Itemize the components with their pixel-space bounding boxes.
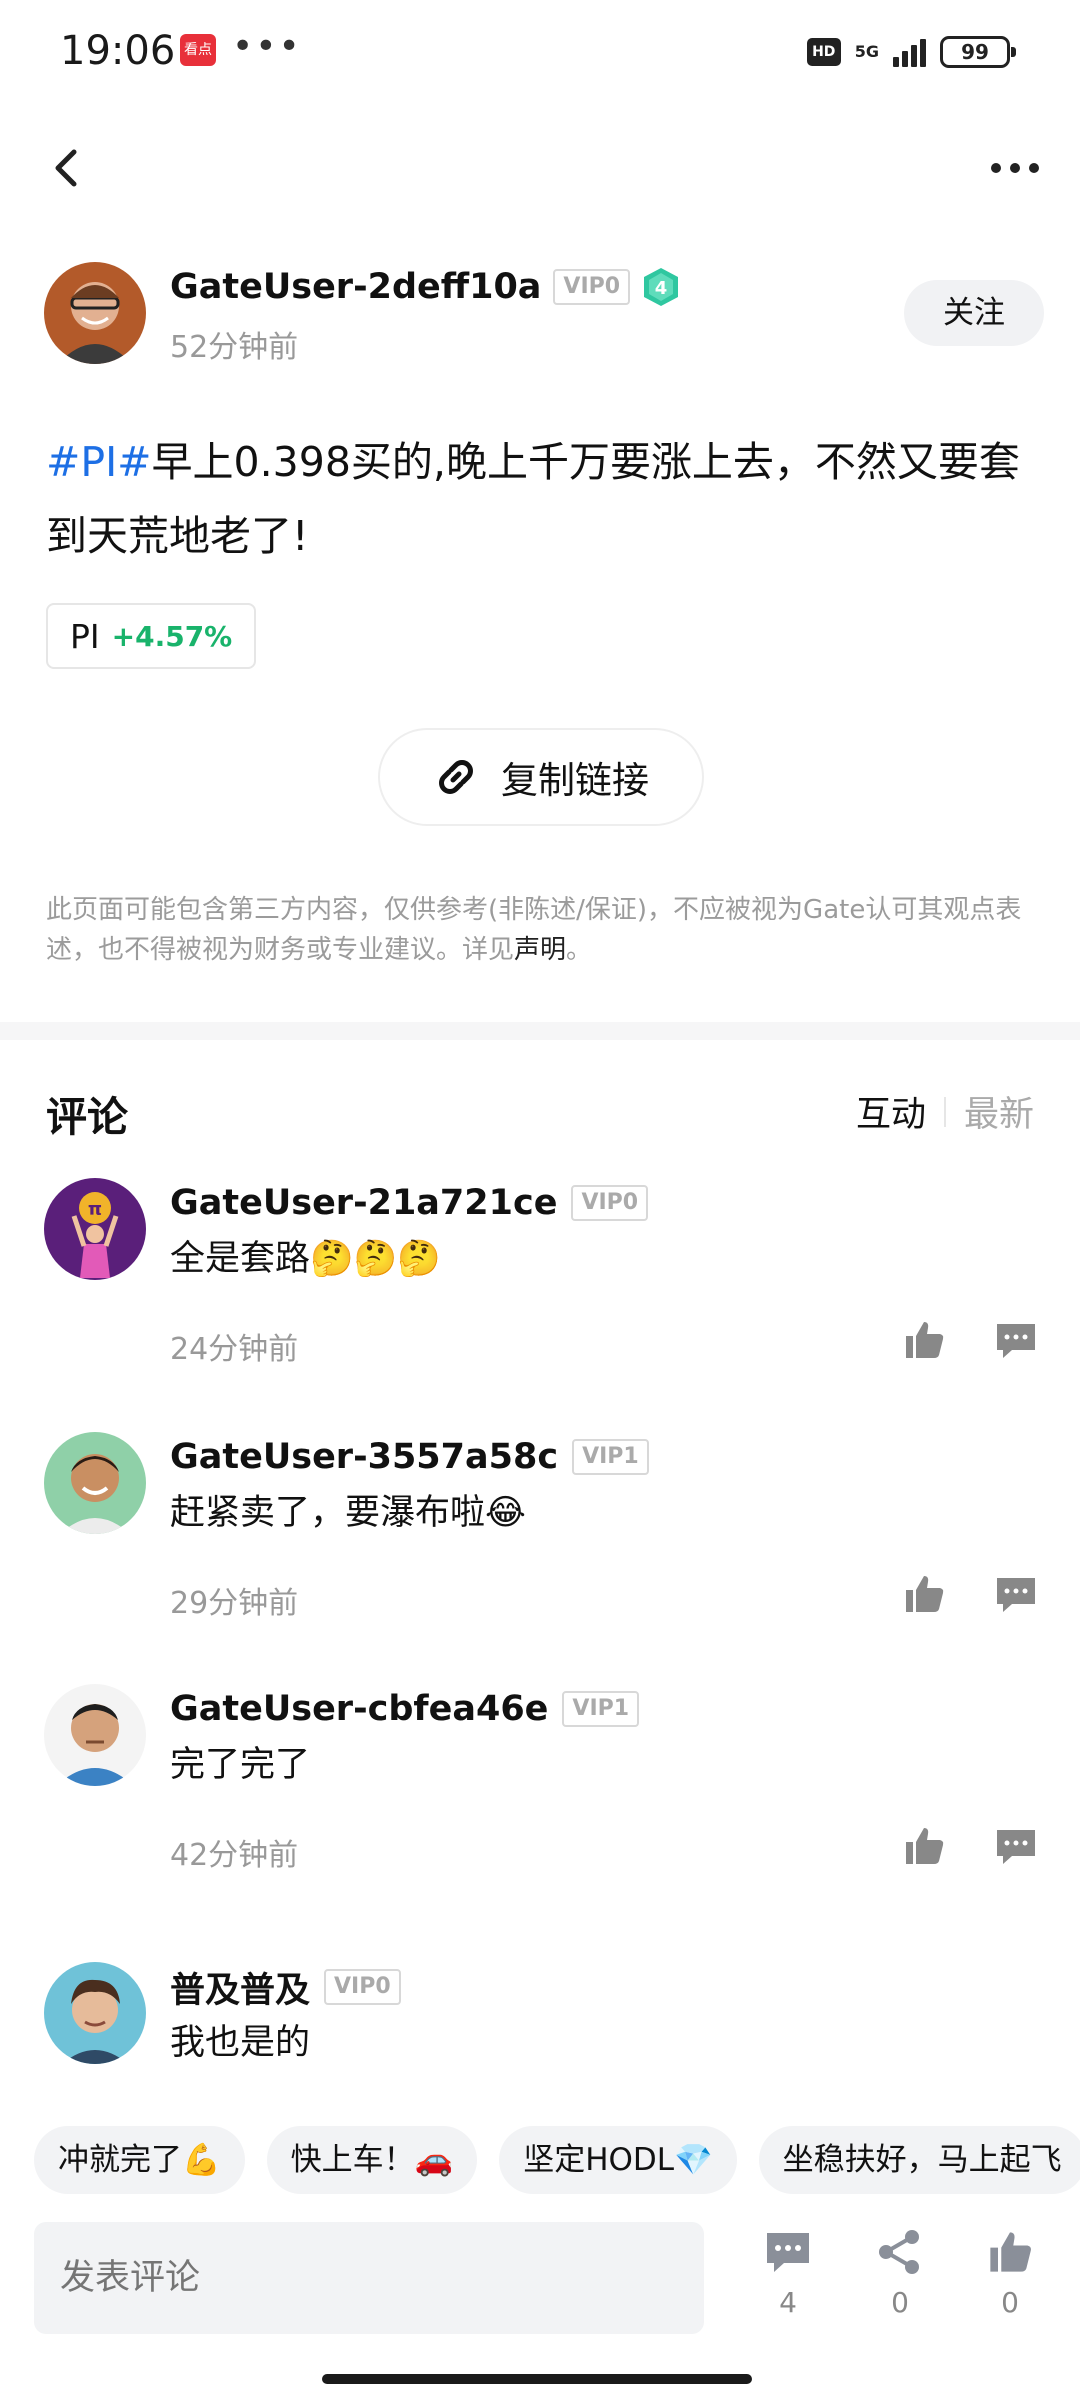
thumbs-up-icon[interactable] [902,1318,946,1362]
comment-text: 赶紧卖了，要瀑布啦😂 [170,1493,526,1533]
comment-item: GateUser-cbfea46e VIP1 完了完了 42分钟前 [44,1684,1044,1904]
comment-time: 24分钟前 [170,1332,299,1367]
commenter-avatar[interactable] [44,1684,146,1786]
reply-icon[interactable] [994,1318,1038,1362]
svg-text:π: π [88,1199,102,1220]
coin-name: PI [70,616,100,656]
post-content: #PI#早上0.398买的,晚上千万要涨上去，不然又要套到天荒地老了! [46,425,1036,573]
comment-sort-tabs: 互动 最新 [856,1086,1034,1137]
comment-count: 4 [779,2286,797,2319]
post-time: 52分钟前 [170,330,299,365]
comment-time: 42分钟前 [170,1838,299,1873]
copy-link-button[interactable]: 复制链接 [378,728,704,826]
chevron-left-icon [55,149,77,187]
vip-badge: VIP1 [572,1439,649,1475]
level-number: 4 [655,278,668,299]
disclaimer-text: 此页面可能包含第三方内容，仅供参考(非陈述/保证)，不应被视为Gate认可其观点… [46,890,1036,970]
comment-text: 完了完了 [170,1745,311,1785]
commenter-avatar[interactable]: π [44,1178,146,1280]
commenter-name[interactable]: GateUser-cbfea46e [170,1689,548,1729]
share-count: 0 [891,2286,909,2319]
thumbs-up-icon[interactable] [902,1572,946,1616]
quick-reply-chip[interactable]: 冲就完了💪 [34,2126,245,2194]
quick-reply-chip[interactable]: 坐稳扶好，马上起飞 [758,2126,1080,2194]
vip-badge: VIP0 [553,269,631,305]
post-author: GateUser-2deff10a VIP0 4 52分钟前 关注 [44,262,1044,372]
top-nav [0,130,1080,210]
sort-tab-interactive[interactable]: 互动 [856,1086,926,1137]
network-type: 5G [854,42,879,61]
more-notifications-icon: ••• [232,26,302,67]
comments-action[interactable]: 4 [748,2228,828,2338]
like-count: 0 [1001,2286,1019,2319]
news-app-icon: 看点 [180,34,216,66]
comments-title: 评论 [46,1093,128,1141]
commenter-avatar[interactable] [44,1432,146,1534]
back-button[interactable] [40,138,100,198]
commenter-name[interactable]: 普及普及 [170,1962,310,2013]
comment-time: 29分钟前 [170,1586,299,1621]
hd-icon: HD [806,38,841,66]
quick-reply-chip[interactable]: 快上车！🚗 [266,2126,478,2194]
commenter-name[interactable]: GateUser-3557a58c [170,1437,558,1477]
comment-item: π GateUser-21a721ce VIP0 全是套路🤔🤔🤔 24分钟前 [44,1178,1044,1398]
quick-reply-bar: 冲就完了💪 快上车！🚗 坚定HODL💎 坐稳扶好，马上起飞 [34,2126,1080,2194]
level-badge-icon: 4 [644,268,679,306]
battery-icon: 99 [940,36,1016,68]
comment-item: GateUser-3557a58c VIP1 赶紧卖了，要瀑布啦😂 29分钟前 [44,1432,1044,1652]
vip-badge: VIP1 [562,1691,640,1727]
status-bar: 19:06 看点 ••• HD 5G 99 [0,0,1080,100]
follow-button[interactable]: 关注 [904,280,1044,346]
vip-badge: VIP0 [571,1185,649,1221]
commenter-name[interactable]: GateUser-21a721ce [170,1183,557,1223]
sort-divider [943,1096,946,1127]
status-time: 19:06 [60,28,176,74]
reply-icon[interactable] [994,1824,1038,1868]
post-hashtag[interactable]: #PI# [46,438,152,486]
home-indicator[interactable] [322,2374,752,2384]
more-options-button[interactable] [980,148,1050,188]
sort-tab-latest[interactable]: 最新 [964,1086,1034,1137]
author-avatar[interactable] [44,262,146,364]
post-text: 早上0.398买的,晚上千万要涨上去，不然又要套到天荒地老了! [46,438,1020,560]
comment-icon [767,2233,809,2272]
comment-input[interactable] [34,2222,704,2334]
coin-tag[interactable]: PI +4.57% [46,603,257,669]
coin-change: +4.57% [111,619,233,653]
thumbs-up-icon [990,2232,1031,2272]
share-icon [879,2230,919,2274]
share-action[interactable]: 0 [860,2228,940,2338]
disclaimer-link[interactable]: 声明 [514,935,566,965]
link-icon [439,760,473,794]
author-name[interactable]: GateUser-2deff10a [170,267,541,307]
like-action[interactable]: 0 [970,2228,1050,2338]
commenter-avatar[interactable] [44,1962,146,2064]
thumbs-up-icon[interactable] [902,1824,946,1868]
vip-badge: VIP0 [324,1969,401,2005]
signal-icon [893,37,926,67]
disclaimer-end: 。 [566,935,593,965]
comment-text: 我也是的 [170,2023,311,2063]
status-indicators: HD 5G 99 [806,32,1016,72]
comment-text: 全是套路🤔🤔🤔 [170,1239,441,1279]
quick-reply-chip[interactable]: 坚定HODL💎 [499,2126,737,2194]
comment-item: 普及普及 VIP0 我也是的 [44,1962,1044,2082]
copy-link-label: 复制链接 [501,759,649,802]
section-divider [0,1022,1080,1040]
reply-icon[interactable] [994,1572,1038,1616]
